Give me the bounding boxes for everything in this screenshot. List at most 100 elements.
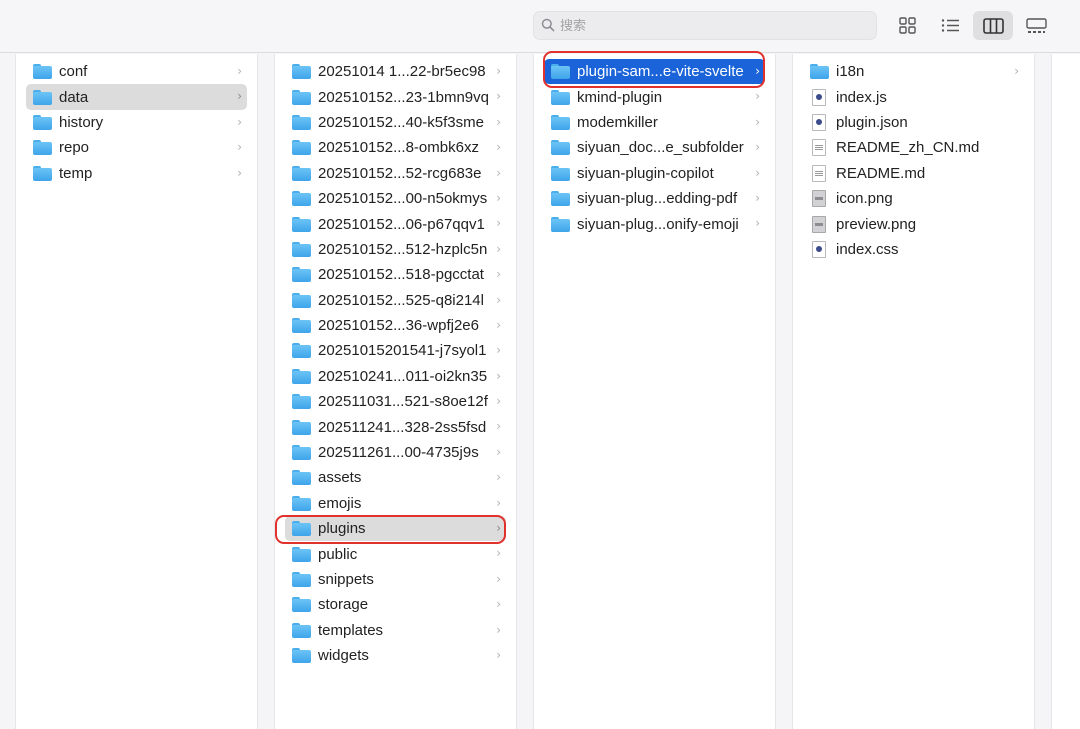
folder-icon xyxy=(292,241,311,257)
search-input[interactable] xyxy=(560,16,860,36)
item-label: preview.png xyxy=(836,215,917,233)
folder-item-202510152-52-rcg683e[interactable]: 202510152...52-rcg683e › xyxy=(285,161,506,186)
folder-item-202510152-525-q8i214l[interactable]: 202510152...525-q8i214l › xyxy=(285,288,506,313)
folder-item-storage[interactable]: storage › xyxy=(285,592,506,617)
item-label: plugin.json xyxy=(836,113,908,131)
chevron-right-icon: › xyxy=(755,89,760,104)
folder-item-plugins[interactable]: plugins › xyxy=(285,516,506,542)
folder-icon xyxy=(292,267,311,283)
item-label: storage xyxy=(318,596,369,614)
item-label: 20251015201541-j7syol1 xyxy=(318,342,487,360)
browser-column-2[interactable]: 20251014 1...22-br5ec98 › 202510152...23-1… xyxy=(274,54,517,729)
folder-item-202510152-512-hzplc5n[interactable]: 202510152...512-hzplc5n › xyxy=(285,237,506,262)
item-label: i18n xyxy=(836,63,865,81)
folder-item-modemkiller[interactable]: modemkiller › xyxy=(544,110,765,135)
folder-item-siyuan-plug-onify-emoji[interactable]: siyuan-plug...onify-emoji › xyxy=(544,211,765,236)
folder-item-202510241-011-oi2kn35[interactable]: 202510241...011-oi2kn35 › xyxy=(285,364,506,389)
md-file-icon xyxy=(812,164,826,182)
folder-item-202510152-8-ombk6xz[interactable]: 202510152...8-ombk6xz › xyxy=(285,135,506,160)
folder-icon xyxy=(551,114,570,130)
item-label: siyuan-plugin-copilot xyxy=(577,164,714,182)
folder-item-siyuan-doc-e-subfolder[interactable]: siyuan_doc...e_subfolder › xyxy=(544,135,765,160)
item-label: public xyxy=(318,545,358,563)
folder-icon xyxy=(292,495,311,511)
folder-item-emojis[interactable]: emojis › xyxy=(285,491,506,516)
folder-item-20251014-1-22-br5ec98[interactable]: 20251014 1...22-br5ec98 › xyxy=(285,59,506,84)
file-item-readme-zh-cn-md[interactable]: README_zh_CN.md xyxy=(803,135,1024,160)
folder-item-public[interactable]: public › xyxy=(285,541,506,566)
folder-icon xyxy=(292,343,311,359)
folder-item-202510152-00-n5okmys[interactable]: 202510152...00-n5okmys › xyxy=(285,186,506,211)
folder-icon xyxy=(292,368,311,384)
file-item-preview-png[interactable]: preview.png xyxy=(803,211,1024,236)
folder-item-202511261-00-4735j9s[interactable]: 202511261...00-4735j9s › xyxy=(285,440,506,465)
file-item-readme-md[interactable]: README.md xyxy=(803,161,1024,186)
md-file-icon xyxy=(812,139,826,157)
folder-item-conf[interactable]: conf › xyxy=(26,59,247,84)
chevron-right-icon: › xyxy=(237,64,242,78)
item-label: assets xyxy=(318,469,362,487)
column-view-button[interactable] xyxy=(973,11,1013,40)
item-label: 202510152...23-1bmn9vq xyxy=(318,88,489,106)
folder-icon xyxy=(551,191,570,207)
file-item-icon-png[interactable]: icon.png xyxy=(803,186,1024,211)
browser-column-4[interactable]: i18n › index.js plugin.json README_zh_CN.md R… xyxy=(792,54,1035,729)
folder-item-202511031-521-s8oe12f[interactable]: 202511031...521-s8oe12f › xyxy=(285,389,506,414)
chevron-right-icon: › xyxy=(755,190,760,205)
folder-item-assets[interactable]: assets › xyxy=(285,465,506,490)
item-label: README_zh_CN.md xyxy=(836,139,980,157)
folder-icon xyxy=(292,394,311,410)
folder-item-20251015201541-j7syol1[interactable]: 20251015201541-j7syol1 › xyxy=(285,338,506,363)
folder-icon xyxy=(292,140,311,156)
folder-item-data[interactable]: data › xyxy=(26,84,247,110)
search-field[interactable] xyxy=(533,11,877,40)
folder-item-202510152-40-k5f3sme[interactable]: 202510152...40-k5f3sme › xyxy=(285,110,506,135)
folder-item-templates[interactable]: templates › xyxy=(285,618,506,643)
icon-view-button[interactable] xyxy=(887,11,927,40)
folder-item-202510152-23-1bmn9vq[interactable]: 202510152...23-1bmn9vq › xyxy=(285,84,506,109)
folder-item-siyuan-plugin-copilot[interactable]: siyuan-plugin-copilot › xyxy=(544,161,765,186)
item-label: data xyxy=(59,88,89,106)
chevron-right-icon: › xyxy=(496,89,501,104)
chevron-right-icon: › xyxy=(755,165,760,180)
folder-item-202510152-06-p67qqv1[interactable]: 202510152...06-p67qqv1 › xyxy=(285,211,506,236)
item-label: 202511261...00-4735j9s xyxy=(318,444,479,462)
folder-item-202510152-518-pgcctat[interactable]: 202510152...518-pgcctat › xyxy=(285,262,506,287)
folder-icon xyxy=(292,114,311,130)
folder-item-temp[interactable]: temp › xyxy=(26,161,247,186)
browser-column-1[interactable]: conf › data › history › repo › temp › xyxy=(15,54,258,729)
search-icon xyxy=(541,18,555,32)
chevron-right-icon: › xyxy=(496,444,501,459)
folder-icon xyxy=(810,64,829,80)
chevron-right-icon: › xyxy=(496,292,501,307)
folder-item-repo[interactable]: repo › xyxy=(26,135,247,160)
file-item-index-js[interactable]: index.js xyxy=(803,84,1024,109)
folder-item-snippets[interactable]: snippets › xyxy=(285,567,506,592)
folder-icon xyxy=(292,597,311,613)
chevron-right-icon: › xyxy=(755,64,760,78)
folder-item-i18n[interactable]: i18n › xyxy=(803,59,1024,84)
item-label: 202510152...512-hzplc5n xyxy=(318,240,488,258)
list-view-icon xyxy=(941,19,959,32)
folder-item-siyuan-plug-edding-pdf[interactable]: siyuan-plug...edding-pdf › xyxy=(544,186,765,211)
item-label: snippets xyxy=(318,571,374,588)
folder-icon xyxy=(292,64,311,80)
folder-item-202511241-328-2ss5fsd[interactable]: 202511241...328-2ss5fsd › xyxy=(285,414,506,439)
list-view-button[interactable] xyxy=(930,11,970,40)
item-label: 202510241...011-oi2kn35 xyxy=(318,367,488,385)
gallery-view-button[interactable] xyxy=(1016,11,1056,40)
folder-item-kmind-plugin[interactable]: kmind-plugin › xyxy=(544,84,765,109)
file-item-index-css[interactable]: index.css xyxy=(803,237,1024,262)
folder-item-widgets[interactable]: widgets › xyxy=(285,643,506,668)
chevron-right-icon: › xyxy=(496,267,501,282)
folder-item-plugin-sam-e-vite-svelte[interactable]: plugin-sam...e-vite-svelte › xyxy=(544,59,765,85)
folder-item-202510152-36-wpfj2e6[interactable]: 202510152...36-wpfj2e6 › xyxy=(285,313,506,338)
folder-item-history[interactable]: history › xyxy=(26,110,247,135)
browser-column-3[interactable]: plugin-sam...e-vite-svelte › kmind-plugin ›… xyxy=(533,54,776,729)
file-item-plugin-json[interactable]: plugin.json xyxy=(803,110,1024,135)
column-list: plugin-sam...e-vite-svelte › kmind-plugin ›… xyxy=(534,54,775,237)
folder-icon xyxy=(33,140,52,156)
chevron-right-icon: › xyxy=(755,114,760,129)
item-label: 202510152...525-q8i214l xyxy=(318,291,484,309)
image-file-icon xyxy=(812,190,826,208)
